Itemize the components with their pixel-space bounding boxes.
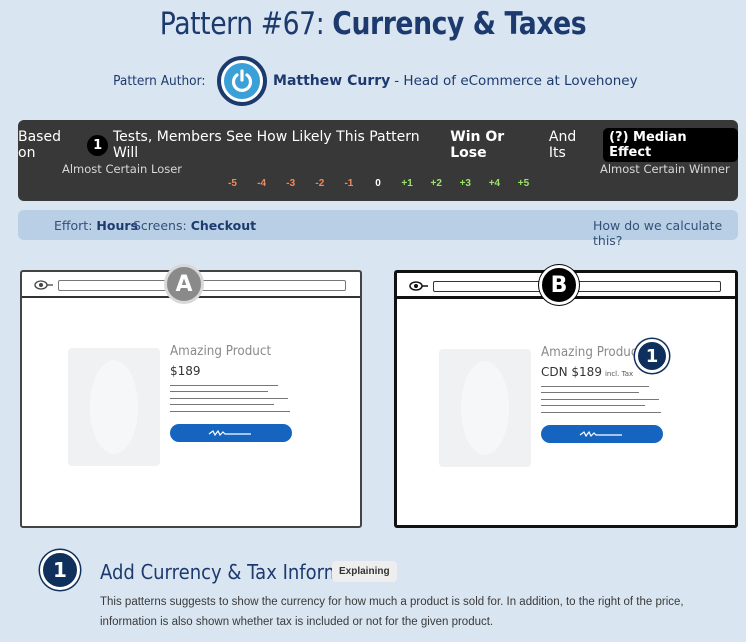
author-label: Pattern Author: <box>113 73 206 89</box>
step-number-badge: 1 <box>40 550 80 590</box>
author-name[interactable]: Matthew Curry <box>273 73 390 89</box>
squiggle-icon <box>579 430 622 438</box>
product-price: $189 <box>170 364 201 378</box>
title-main: Currency & Taxes <box>332 6 587 42</box>
screens-info: Screens: Checkout <box>133 218 256 233</box>
variant-b-mockup: B Amazing Product CDN $189 incl. Tax 1 <box>394 265 738 528</box>
power-icon <box>221 60 264 102</box>
squiggle-icon <box>208 429 251 437</box>
loser-label: Almost Certain Loser <box>62 162 183 176</box>
variant-a-mockup: A Amazing Product $189 <box>20 264 362 528</box>
tax-note: incl. Tax <box>604 370 634 378</box>
variant-b-badge: B <box>539 265 579 305</box>
product-price: CDN $189 incl. Tax <box>541 365 633 379</box>
scale-minus-1: -1 <box>344 178 354 189</box>
desc-line <box>541 405 645 406</box>
tests-count-badge: 1 <box>87 134 108 156</box>
likelihood-panel: Based on 1 Tests, Members See How Likely… <box>18 120 738 201</box>
title-prefix: Pattern #67: <box>159 6 333 42</box>
step-description: This patterns suggests to show the curre… <box>100 596 684 628</box>
explaining-tag: Explaining <box>332 561 397 582</box>
add-to-cart-button <box>170 424 292 442</box>
desc-line <box>170 398 288 399</box>
browser-eye-icon <box>409 281 428 291</box>
scale-zero: 0 <box>375 178 381 189</box>
scale-plus-2: +2 <box>430 178 442 189</box>
scale-minus-3: -3 <box>286 178 296 189</box>
likelihood-sentence: Tests, Members See How Likely This Patte… <box>112 129 420 161</box>
scale-plus-3: +3 <box>459 178 471 189</box>
desc-line <box>170 411 290 412</box>
browser-eye-icon <box>34 280 53 290</box>
author-role: - Head of eCommerce at Lovehoney <box>394 73 638 89</box>
variant-a-badge: A <box>164 264 204 304</box>
desc-line <box>541 399 659 400</box>
product-price-value: CDN $189 <box>541 365 602 379</box>
effort-value: Hours <box>96 218 138 233</box>
scale-minus-4: -4 <box>257 178 267 189</box>
scale-plus-1: +1 <box>401 178 413 189</box>
meta-bar: Effort: Hours Screens: Checkout How do w… <box>18 210 738 248</box>
page-title: Pattern #67: Currency & Taxes <box>52 6 694 42</box>
product-name: Amazing Product <box>170 344 272 359</box>
winner-label: Almost Certain Winner <box>600 162 730 176</box>
desc-line <box>170 404 274 405</box>
screens-value: Checkout <box>190 218 257 233</box>
scale-minus-2: -2 <box>315 178 325 189</box>
product-image <box>68 348 160 466</box>
calc-link[interactable]: How do we calculate this? <box>593 218 738 248</box>
author-row: Pattern Author: Matthew Curry - Head of … <box>0 56 746 106</box>
desc-line <box>541 386 649 387</box>
and-its-text: And Its <box>548 129 577 161</box>
product-image <box>439 349 531 467</box>
desc-line <box>170 391 268 392</box>
scale-minus-5: -5 <box>228 178 237 189</box>
desc-line <box>541 412 661 413</box>
likelihood-scale: -5 -4 -3 -2 -1 0 +1 +2 +3 +4 +5 <box>218 178 538 192</box>
desc-line <box>170 385 278 386</box>
add-to-cart-button <box>541 425 663 443</box>
win-or-lose-text: Win Or Lose <box>450 129 505 161</box>
scale-plus-4: +4 <box>488 178 501 189</box>
median-effect-button[interactable]: (?) Median Effect <box>603 128 738 162</box>
effort-info: Effort: Hours <box>54 218 138 233</box>
effort-label: Effort: <box>54 218 93 233</box>
based-on-text: Based on <box>18 129 61 161</box>
likelihood-headline: Based on 1 Tests, Members See How Likely… <box>18 128 738 162</box>
product-name: Amazing Product <box>541 345 643 360</box>
screens-label: Screens: <box>133 218 187 233</box>
scale-plus-5: +5 <box>517 178 530 189</box>
desc-line <box>541 392 639 393</box>
avatar[interactable] <box>217 56 268 106</box>
change-marker-badge: 1 <box>635 339 669 373</box>
